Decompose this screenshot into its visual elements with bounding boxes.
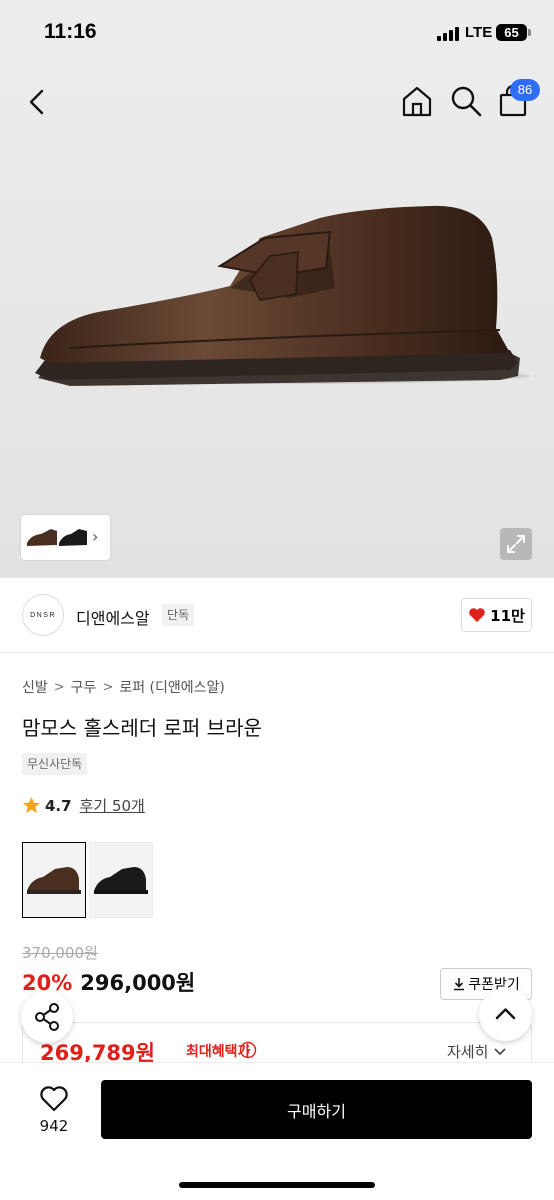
scroll-top-button[interactable] — [479, 988, 532, 1041]
brand-logo[interactable]: DNSR — [22, 594, 64, 636]
star-icon — [22, 796, 41, 814]
thumbnail-image — [27, 529, 87, 546]
chevron-right-icon: > — [53, 679, 65, 695]
download-icon — [454, 978, 465, 991]
review-link[interactable]: 후기 50개 — [80, 795, 145, 816]
share-button[interactable] — [21, 991, 73, 1043]
exclusive-badge: 무신사단독 — [22, 753, 88, 775]
chevron-down-icon — [494, 1048, 506, 1056]
home-indicator — [179, 1182, 375, 1188]
status-bar: 11:16 LTE 65 — [0, 0, 554, 68]
cart-count-badge: 86 — [510, 79, 540, 101]
brand-row: DNSR 디앤에스알 단독 11만 — [0, 578, 554, 653]
chevron-right-icon: > — [102, 679, 114, 695]
product-image-area[interactable]: 86 › — [0, 68, 554, 578]
buy-button[interactable]: 구매하기 — [101, 1080, 532, 1139]
heart-icon — [40, 1086, 68, 1112]
status-time: 11:16 — [44, 20, 97, 43]
color-option-brown[interactable] — [22, 842, 86, 918]
brand-name[interactable]: 디앤에스알 — [76, 605, 150, 629]
back-icon[interactable] — [22, 86, 54, 118]
product-image[interactable] — [30, 198, 530, 388]
detail-label: 자세히 — [447, 1043, 489, 1061]
like-button[interactable]: 11만 — [461, 598, 532, 632]
chevron-up-icon — [495, 1008, 516, 1020]
search-icon[interactable] — [449, 84, 483, 118]
bottom-action-bar: 942 구매하기 — [0, 1062, 554, 1200]
chevron-right-icon: › — [92, 527, 99, 546]
share-icon — [35, 1003, 59, 1031]
detail-link[interactable]: 자세히 — [447, 1041, 507, 1062]
signal-icon — [437, 27, 459, 41]
battery-icon: 65 — [496, 24, 527, 41]
thumbnail-strip[interactable]: › — [21, 515, 110, 560]
breadcrumb: 신발 > 구두 > 로퍼 (디앤에스알) — [22, 677, 225, 697]
rating-row: 4.7 후기 50개 — [22, 795, 145, 816]
product-title: 맘모스 홀스레더 로퍼 브라운 — [22, 716, 262, 740]
brand-exclusive-tag: 단독 — [162, 604, 195, 626]
breadcrumb-item[interactable]: 로퍼 (디앤에스알) — [119, 677, 225, 697]
rating-value: 4.7 — [45, 796, 72, 815]
original-price: 370,000원 — [22, 944, 98, 962]
battery-tip — [528, 29, 531, 36]
color-option-black[interactable] — [89, 842, 153, 918]
sale-price: 296,000원 — [80, 971, 196, 995]
breadcrumb-item[interactable]: 구두 — [71, 677, 97, 697]
wishlist-count: 942 — [39, 1117, 69, 1135]
info-icon[interactable] — [239, 1041, 257, 1059]
breadcrumb-item[interactable]: 신발 — [22, 677, 48, 697]
wishlist-button[interactable]: 942 — [30, 1083, 78, 1139]
home-icon[interactable] — [400, 84, 434, 118]
like-count: 11만 — [490, 606, 525, 625]
expand-icon[interactable] — [500, 528, 532, 560]
heart-icon — [469, 608, 485, 622]
network-label: LTE — [465, 24, 493, 41]
